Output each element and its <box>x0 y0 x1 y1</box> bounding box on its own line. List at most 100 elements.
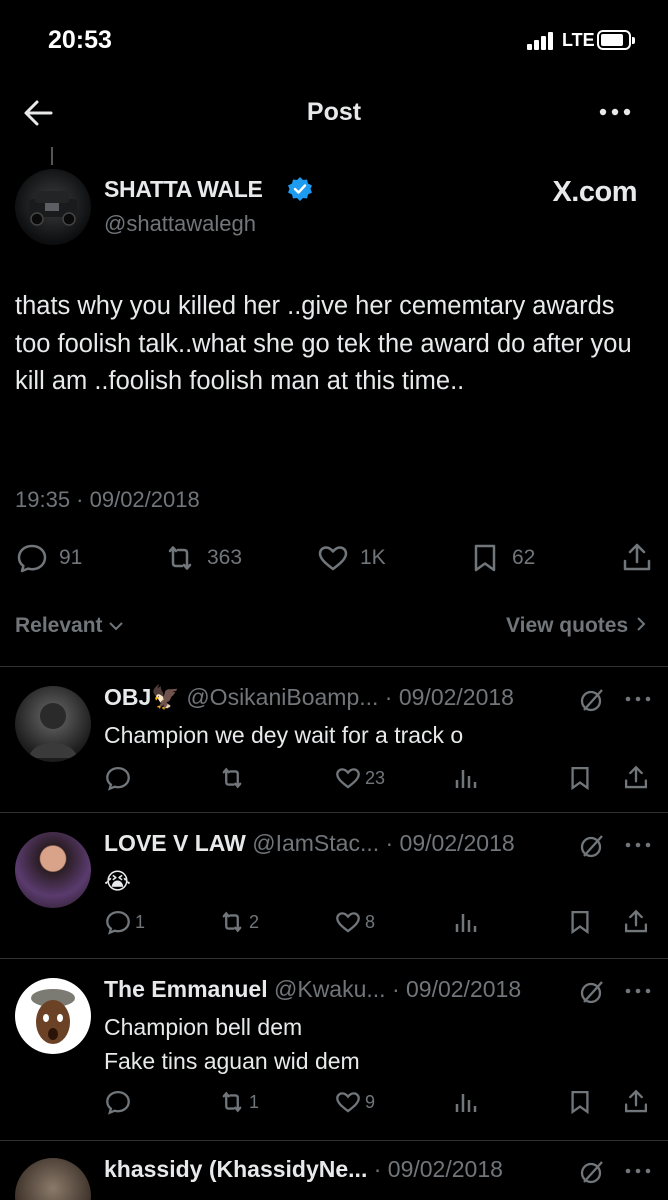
repost-icon <box>222 911 242 933</box>
sort-relevant-dropdown[interactable]: Relevant <box>15 614 124 638</box>
grok-icon[interactable] <box>578 686 606 714</box>
repost-count: 2 <box>249 911 260 932</box>
reply-header: The Emmanuel @Kwaku... · 09/02/2018 <box>104 976 584 1003</box>
page-title: Post <box>306 98 362 126</box>
avatar[interactable] <box>15 686 91 762</box>
more-options-icon[interactable] <box>625 694 651 704</box>
reply-button[interactable]: 91 <box>15 541 82 575</box>
heart-icon <box>318 546 348 571</box>
avatar[interactable] <box>15 832 91 908</box>
reply-icon <box>17 544 47 573</box>
thread-line <box>51 147 53 165</box>
more-options-icon[interactable] <box>625 1166 651 1176</box>
views-button[interactable] <box>452 1088 480 1116</box>
reply-count: 91 <box>59 546 83 569</box>
like-button[interactable]: 9 <box>334 1088 375 1116</box>
repost-icon <box>168 546 192 570</box>
bookmark-button[interactable] <box>566 908 594 936</box>
bookmark-count: 62 <box>512 546 536 569</box>
repost-button[interactable]: 1 <box>218 1088 259 1116</box>
share-button[interactable] <box>622 908 650 936</box>
share-button[interactable] <box>622 1088 650 1116</box>
sort-relevant-label: Relevant <box>15 614 103 637</box>
bookmark-button[interactable] <box>566 1088 594 1116</box>
repost-icon <box>222 767 242 789</box>
more-options-icon[interactable] <box>598 102 632 122</box>
reply-actions: 1 9 <box>104 1088 652 1118</box>
grok-icon[interactable] <box>578 978 606 1006</box>
status-time: 20:53 <box>48 26 112 54</box>
post-text: thats why you killed her ..give her ceme… <box>15 292 632 395</box>
eagle-emoji-icon: 🦅 <box>151 684 180 710</box>
reply-icon <box>106 766 130 791</box>
reply-text: Champion bell dem Fake tins aguan wid de… <box>104 1014 360 1074</box>
repost-count: 363 <box>207 546 243 569</box>
car-image-icon <box>29 191 77 226</box>
network-label: LTE <box>562 30 595 50</box>
reply-item[interactable]: khassidy (KhassidyNe... · 09/02/2018 <box>0 1156 668 1200</box>
person-icon <box>29 703 77 758</box>
bookmark-button[interactable] <box>566 764 594 792</box>
avatar[interactable] <box>15 978 91 1054</box>
more-options-icon[interactable] <box>625 840 651 850</box>
reply-item[interactable]: OBJ🦅 @OsikaniBoamp... · 09/02/2018 Champ… <box>0 684 668 794</box>
reply-header: OBJ🦅 @OsikaniBoamp... · 09/02/2018 <box>104 684 584 711</box>
share-button[interactable] <box>620 541 654 575</box>
more-options-icon[interactable] <box>625 986 651 996</box>
view-quotes-label: View quotes <box>506 614 629 637</box>
repost-button[interactable] <box>218 764 249 792</box>
view-quotes-link[interactable]: View quotes <box>506 614 648 638</box>
heart-icon <box>336 1092 360 1113</box>
grok-icon[interactable] <box>578 832 606 860</box>
grok-icon[interactable] <box>578 1158 606 1186</box>
reply-icon <box>106 910 130 935</box>
reply-header: khassidy (KhassidyNe... · 09/02/2018 <box>104 1156 584 1183</box>
like-count: 8 <box>365 911 376 932</box>
reply-button[interactable] <box>104 764 135 792</box>
share-icon <box>624 909 648 933</box>
avatar[interactable] <box>15 1158 91 1200</box>
views-button[interactable] <box>452 908 480 936</box>
memoji-avatar-icon <box>31 989 75 1044</box>
reply-author-name[interactable]: The Emmanuel <box>104 976 268 1002</box>
reply-handle-date: @IamStac... · 09/02/2018 <box>252 830 515 856</box>
repost-button[interactable]: 2 <box>218 908 259 936</box>
author-handle[interactable]: @shattawalegh <box>104 211 256 237</box>
bookmark-icon <box>571 1090 589 1115</box>
like-count: 1K <box>360 546 386 569</box>
bookmark-button[interactable]: 62 <box>468 541 535 575</box>
bookmark-icon <box>571 766 589 791</box>
author-avatar[interactable] <box>15 169 91 245</box>
watermark: X.com <box>552 176 637 208</box>
reply-text: 😭 <box>104 868 131 894</box>
views-icon <box>455 1094 477 1112</box>
reply-actions: 23 <box>104 764 652 794</box>
bookmark-icon <box>474 544 496 572</box>
views-button[interactable] <box>452 764 480 792</box>
reply-button[interactable] <box>104 1088 135 1116</box>
reply-author-name[interactable]: khassidy (KhassidyNe... <box>104 1156 367 1182</box>
like-button[interactable]: 1K <box>316 541 386 575</box>
reply-item[interactable]: The Emmanuel @Kwaku... · 09/02/2018 Cham… <box>0 976 668 1126</box>
reply-header: LOVE V LAW @IamStac... · 09/02/2018 <box>104 830 584 857</box>
heart-icon <box>336 912 360 933</box>
share-button[interactable] <box>622 764 650 792</box>
reply-author-name[interactable]: OBJ <box>104 684 151 710</box>
repost-button[interactable]: 363 <box>163 541 242 575</box>
reply-count: 1 <box>135 911 146 932</box>
reply-actions: 1 2 8 <box>104 908 652 938</box>
reply-text: Champion we dey wait for a track o <box>104 722 464 748</box>
reply-item[interactable]: LOVE V LAW @IamStac... · 09/02/2018 😭 1 … <box>0 830 668 940</box>
share-icon <box>624 765 648 789</box>
reply-button[interactable]: 1 <box>104 908 145 936</box>
reply-icon <box>106 1090 130 1115</box>
divider <box>0 958 668 959</box>
divider <box>0 812 668 813</box>
reply-author-name[interactable]: LOVE V LAW <box>104 830 246 856</box>
like-button[interactable]: 8 <box>334 908 375 936</box>
post-timestamp: 19:35 · 09/02/2018 <box>15 487 200 512</box>
like-button[interactable]: 23 <box>334 764 385 792</box>
verified-badge-icon <box>288 177 312 201</box>
bookmark-icon <box>571 910 589 935</box>
author-name[interactable]: SHATTA WALE <box>104 176 263 203</box>
